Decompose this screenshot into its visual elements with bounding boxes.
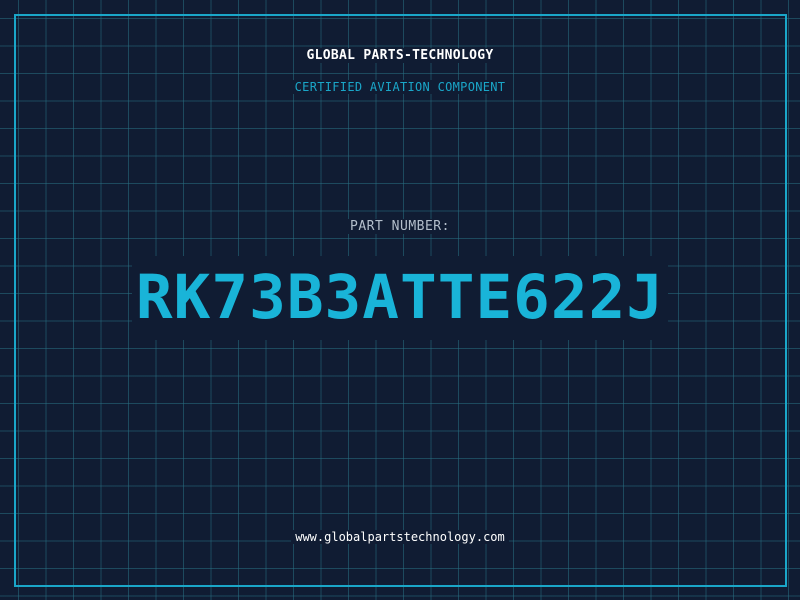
- certification-text: CERTIFIED AVIATION COMPONENT: [290, 80, 510, 94]
- company-name: GLOBAL PARTS-TECHNOLOGY: [0, 48, 800, 63]
- part-number: RK73B3ATTE622J: [0, 256, 800, 340]
- company-name-text: GLOBAL PARTS-TECHNOLOGY: [302, 48, 498, 63]
- part-number-label-text: PART NUMBER:: [346, 219, 454, 234]
- website-url: www.globalpartstechnology.com: [0, 530, 800, 544]
- certification-subtitle: CERTIFIED AVIATION COMPONENT: [0, 80, 800, 94]
- part-number-label: PART NUMBER:: [0, 219, 800, 234]
- website-url-text: www.globalpartstechnology.com: [291, 530, 509, 544]
- certificate-canvas: GLOBAL PARTS-TECHNOLOGY CERTIFIED AVIATI…: [0, 0, 800, 600]
- part-number-text: RK73B3ATTE622J: [131, 256, 669, 340]
